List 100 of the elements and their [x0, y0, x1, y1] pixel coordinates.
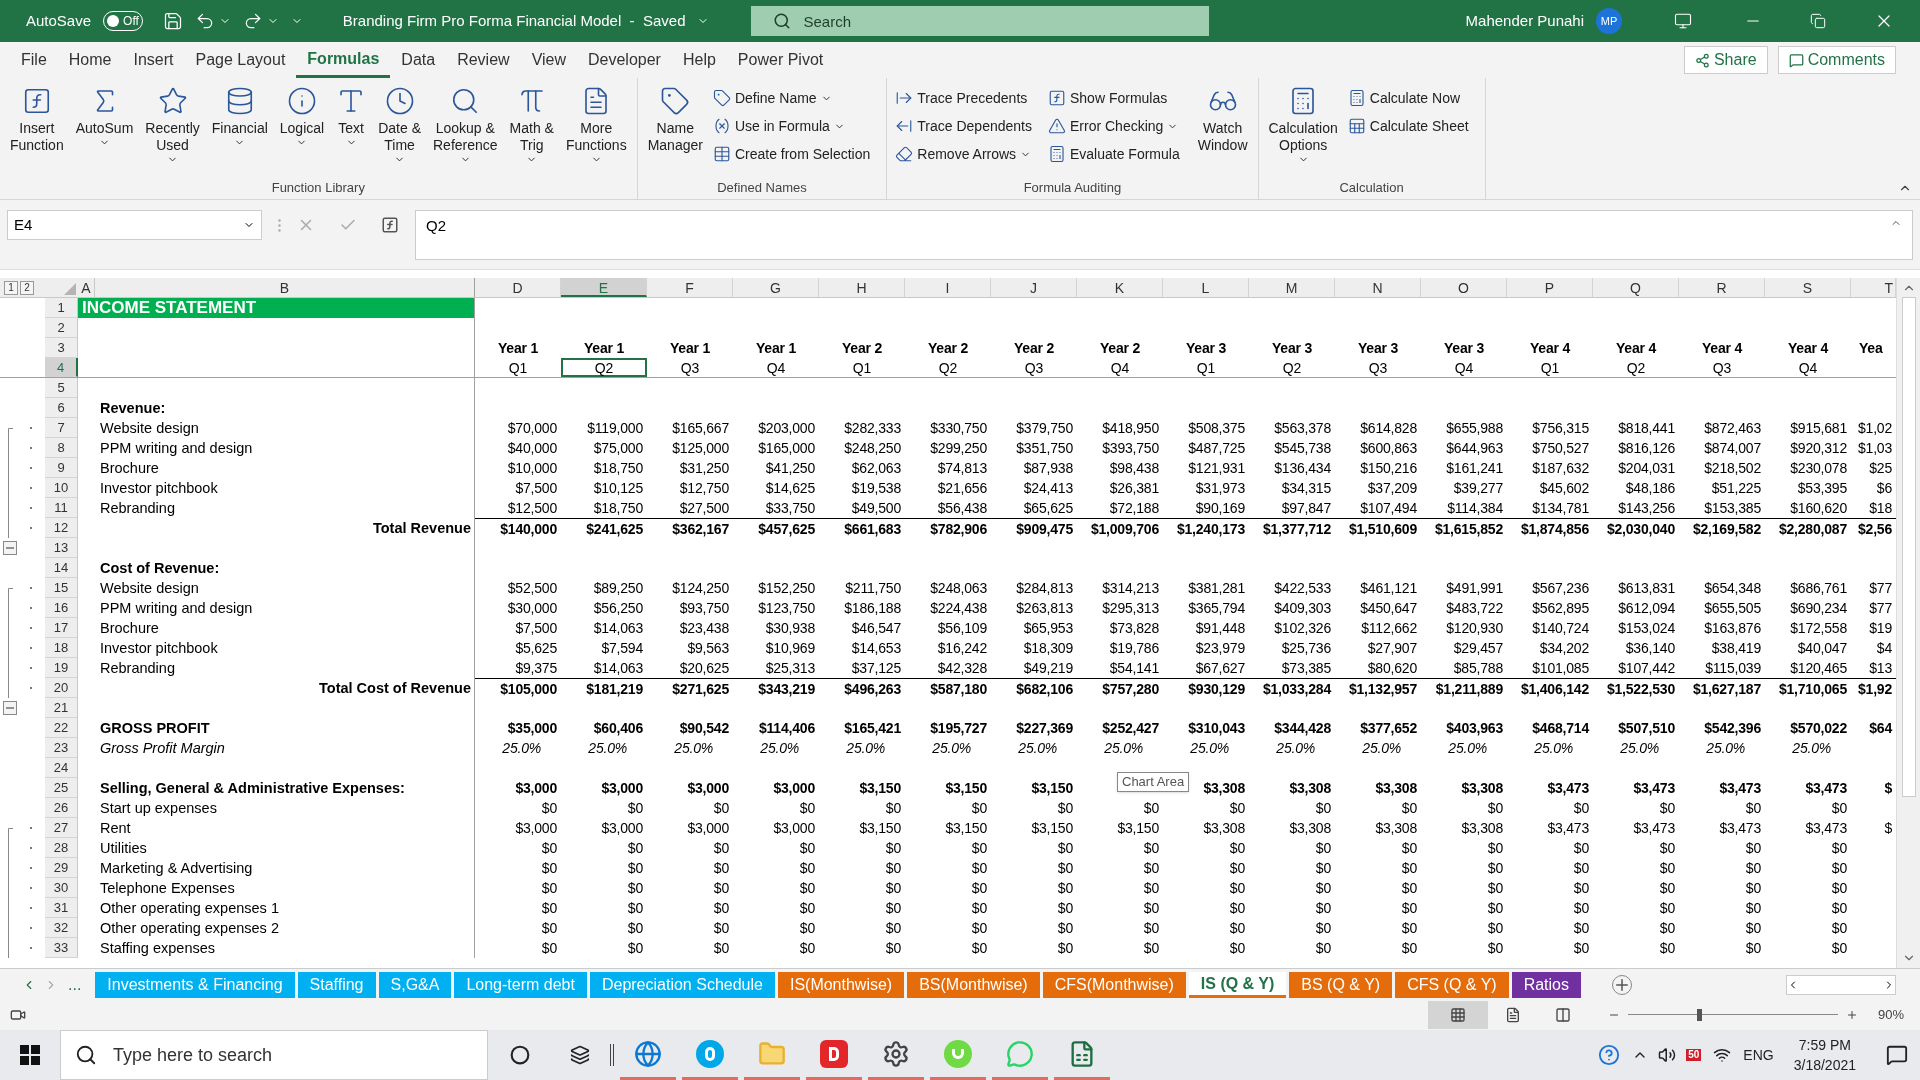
row-header[interactable]: 27: [45, 818, 78, 838]
share-button[interactable]: Share: [1683, 46, 1768, 74]
ribbon-button[interactable]: Financial: [205, 82, 274, 178]
ribbon-button[interactable]: Recently Used: [139, 82, 206, 178]
menu-tab[interactable]: Review: [446, 42, 521, 78]
clock-date[interactable]: 3/18/2021: [1793, 1055, 1856, 1075]
row-header[interactable]: 3: [45, 338, 78, 358]
active-cell[interactable]: [561, 358, 647, 377]
row-header[interactable]: 11: [45, 498, 78, 518]
row-header[interactable]: 20: [45, 678, 78, 698]
clock-time[interactable]: 7:59 PM: [1798, 1035, 1851, 1055]
menu-tab[interactable]: Home: [57, 42, 123, 78]
column-header[interactable]: K: [1077, 278, 1163, 297]
column-header[interactable]: S: [1765, 278, 1851, 297]
zoom-in-icon[interactable]: [1845, 1009, 1858, 1021]
restore-icon[interactable]: [1810, 13, 1826, 29]
zoom-thumb[interactable]: [1697, 1009, 1703, 1021]
wifi-icon[interactable]: [1713, 1046, 1732, 1064]
row-header[interactable]: 5: [45, 378, 78, 398]
column-header[interactable]: N: [1335, 278, 1421, 297]
row-header[interactable]: 24: [45, 758, 78, 778]
row-header[interactable]: 14: [45, 558, 78, 578]
row-header[interactable]: 26: [45, 798, 78, 818]
avatar[interactable]: MP: [1596, 8, 1622, 34]
ribbon-button[interactable]: Date & Time: [372, 82, 427, 178]
column-header[interactable]: I: [905, 278, 991, 297]
cortana-icon[interactable]: [510, 1045, 530, 1065]
row-header[interactable]: 10: [45, 478, 78, 498]
menu-tab[interactable]: File: [10, 42, 58, 78]
row-header[interactable]: 17: [45, 618, 78, 638]
column-header[interactable]: O: [1421, 278, 1507, 297]
zoom-slider[interactable]: [1627, 1009, 1838, 1021]
ribbon-button[interactable]: Name Manager: [641, 82, 709, 178]
column-header[interactable]: J: [991, 278, 1077, 297]
row-header[interactable]: 7: [45, 418, 78, 438]
battery-badge[interactable]: 50: [1686, 1049, 1702, 1061]
row-header[interactable]: 6: [45, 398, 78, 418]
collapse-icon[interactable]: [3, 541, 17, 555]
row-header[interactable]: 33: [45, 938, 78, 958]
ribbon-button[interactable]: Create from Selection: [708, 140, 875, 168]
menu-tab[interactable]: Help: [671, 42, 727, 78]
ribbon-button[interactable]: Lookup & Reference: [427, 82, 504, 178]
row-header[interactable]: 31: [45, 898, 78, 918]
ribbon-button[interactable]: Watch Window: [1191, 82, 1254, 178]
horizontal-scrollbar[interactable]: [1786, 974, 1896, 995]
row-header[interactable]: 23: [45, 738, 78, 758]
outline-level-button[interactable]: 2: [20, 280, 34, 295]
notifications-icon[interactable]: [1886, 1044, 1908, 1066]
row-header[interactable]: 28: [45, 838, 78, 858]
row-header[interactable]: 9: [45, 458, 78, 478]
ribbon-button[interactable]: Insert Function: [4, 82, 70, 178]
row-header[interactable]: 8: [45, 438, 78, 458]
row-header[interactable]: 19: [45, 658, 78, 678]
row-header[interactable]: 12: [45, 518, 78, 538]
menu-tab[interactable]: View: [520, 42, 577, 78]
row-header[interactable]: 16: [45, 598, 78, 618]
macro-record-icon[interactable]: [10, 1007, 26, 1023]
ribbon-button[interactable]: Trace Precedents: [891, 84, 1036, 112]
row-header[interactable]: 25: [45, 778, 78, 798]
column-header[interactable]: B: [279, 280, 290, 296]
ribbon-button[interactable]: More Functions: [559, 82, 633, 178]
ribbon-display-icon[interactable]: [1674, 12, 1692, 30]
column-header[interactable]: E: [561, 278, 647, 297]
language-indicator[interactable]: ENG: [1743, 1044, 1774, 1066]
column-header[interactable]: A: [81, 280, 91, 296]
sheet-tab[interactable]: Ratios: [1511, 971, 1581, 998]
formula-field[interactable]: Q2: [415, 210, 1913, 260]
column-header[interactable]: Q: [1593, 278, 1679, 297]
column-header[interactable]: H: [819, 278, 905, 297]
menu-tab[interactable]: Insert: [122, 42, 185, 78]
ribbon-button[interactable]: Show Formulas: [1044, 84, 1184, 112]
ribbon-button[interactable]: Define Name: [708, 84, 875, 112]
taskbar-search-input[interactable]: Type here to search: [113, 1031, 473, 1079]
taskbar-search-field[interactable]: Type here to search: [60, 1030, 488, 1080]
comments-button[interactable]: Comments: [1777, 46, 1896, 74]
column-header[interactable]: M: [1249, 278, 1335, 297]
name-box[interactable]: E4: [7, 210, 262, 240]
volume-icon[interactable]: [1658, 1046, 1677, 1064]
row-header[interactable]: 22: [45, 718, 78, 738]
row-header[interactable]: 30: [45, 878, 78, 898]
windows-start-icon[interactable]: [20, 1045, 40, 1065]
menu-tab[interactable]: Page Layout: [184, 42, 297, 78]
task-view-icon[interactable]: [570, 1045, 590, 1065]
ribbon-button[interactable]: Logical: [273, 82, 331, 178]
save-icon[interactable]: [162, 11, 183, 31]
ribbon-button[interactable]: Text: [330, 82, 373, 178]
row-header[interactable]: 1: [45, 298, 78, 318]
row-header[interactable]: 29: [45, 858, 78, 878]
normal-view-button[interactable]: [1427, 1001, 1488, 1029]
ribbon-button[interactable]: Calculation Options: [1262, 82, 1344, 178]
row-header[interactable]: 32: [45, 918, 78, 938]
ribbon-button[interactable]: AutoSum: [69, 82, 140, 178]
column-header[interactable]: G: [733, 278, 819, 297]
ribbon-button[interactable]: Remove Arrows: [891, 140, 1036, 168]
row-header[interactable]: 18: [45, 638, 78, 658]
menu-tab[interactable]: Developer: [577, 42, 672, 78]
row-header[interactable]: 15: [45, 578, 78, 598]
scrollbar-thumb[interactable]: [1901, 297, 1916, 797]
collapse-icon[interactable]: [3, 701, 17, 715]
column-header[interactable]: L: [1163, 278, 1249, 297]
